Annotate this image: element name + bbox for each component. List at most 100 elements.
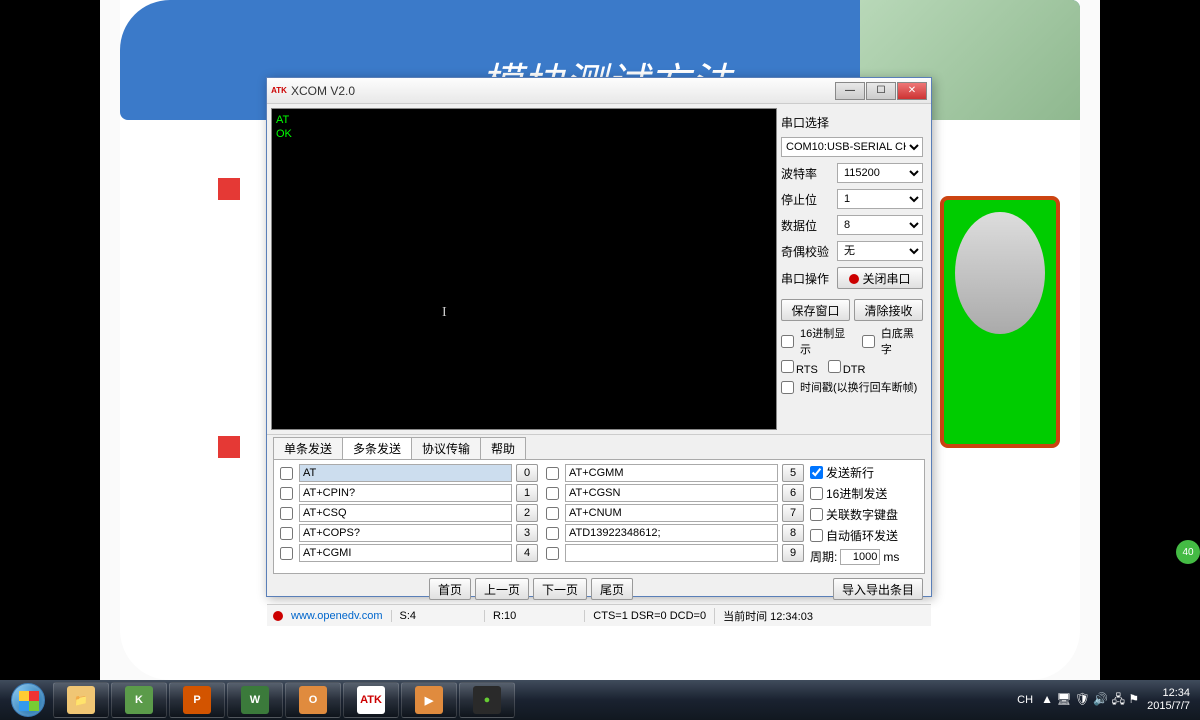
white-bg-checkbox[interactable] — [862, 335, 875, 348]
text-cursor-icon: I — [442, 305, 447, 321]
send-command-input[interactable] — [299, 464, 512, 482]
taskbar-item[interactable]: ● — [459, 682, 515, 718]
send-command-input[interactable] — [565, 464, 778, 482]
send-row-checkbox[interactable] — [546, 547, 559, 560]
red-bullet-2 — [218, 436, 240, 458]
tab-single-send[interactable]: 单条发送 — [273, 437, 343, 459]
timestamp-checkbox[interactable] — [781, 381, 794, 394]
app-icon: ATK — [271, 83, 287, 99]
send-command-input[interactable] — [565, 504, 778, 522]
parity-label: 奇偶校验 — [781, 243, 831, 260]
taskbar-app-icon: 📁 — [67, 686, 95, 714]
auto-loop-checkbox[interactable] — [810, 529, 823, 542]
tab-protocol[interactable]: 协议传输 — [411, 437, 481, 459]
left-blackbar — [0, 0, 100, 720]
hex-send-checkbox[interactable] — [810, 487, 823, 500]
import-export-button[interactable]: 导入导出条目 — [833, 578, 923, 600]
taskbar-item[interactable]: K — [111, 682, 167, 718]
send-number-button[interactable]: 7 — [782, 504, 804, 522]
taskbar-item[interactable]: 📁 — [53, 682, 109, 718]
send-command-input[interactable] — [299, 524, 512, 542]
stopbit-select[interactable]: 1 — [837, 189, 923, 209]
taskbar-app-icon: ▶ — [415, 686, 443, 714]
send-command-input[interactable] — [299, 504, 512, 522]
clock[interactable]: 12:34 2015/7/7 — [1147, 687, 1190, 713]
first-page-button[interactable]: 首页 — [429, 578, 471, 600]
send-row-checkbox[interactable] — [546, 487, 559, 500]
send-command-input[interactable] — [565, 524, 778, 542]
tray-icons[interactable]: ▲ 🖥 🛡 🔊 🖧 ⚑ — [1041, 690, 1139, 711]
taskbar-item[interactable]: ▶ — [401, 682, 457, 718]
tab-multi-send[interactable]: 多条发送 — [342, 437, 412, 459]
send-row-checkbox[interactable] — [280, 467, 293, 480]
status-time-label: 当前时间 12:34:03 — [714, 608, 813, 624]
parity-select[interactable]: 无 — [837, 241, 923, 261]
terminal-line: OK — [276, 127, 772, 141]
send-command-input[interactable] — [565, 544, 778, 562]
clear-receive-button[interactable]: 清除接收 — [854, 299, 923, 321]
save-window-button[interactable]: 保存窗口 — [781, 299, 850, 321]
send-number-button[interactable]: 9 — [782, 544, 804, 562]
taskbar-item[interactable]: O — [285, 682, 341, 718]
start-button[interactable] — [4, 682, 52, 718]
close-port-button[interactable]: 关闭串口 — [837, 267, 923, 289]
period-input[interactable] — [840, 549, 880, 565]
send-number-button[interactable]: 0 — [516, 464, 538, 482]
send-command-input[interactable] — [299, 544, 512, 562]
send-number-button[interactable]: 5 — [782, 464, 804, 482]
send-number-button[interactable]: 4 — [516, 544, 538, 562]
dtr-checkbox[interactable] — [828, 360, 841, 373]
send-number-button[interactable]: 2 — [516, 504, 538, 522]
send-row-checkbox[interactable] — [546, 527, 559, 540]
send-row-checkbox[interactable] — [280, 507, 293, 520]
taskbar-item[interactable]: W — [227, 682, 283, 718]
hex-display-checkbox[interactable] — [781, 335, 794, 348]
send-row: 0 — [278, 464, 538, 482]
send-number-button[interactable]: 8 — [782, 524, 804, 542]
maximize-button[interactable]: ☐ — [866, 82, 896, 100]
numpad-checkbox[interactable] — [810, 508, 823, 521]
tab-help[interactable]: 帮助 — [480, 437, 526, 459]
titlebar[interactable]: ATK XCOM V2.0 — ☐ ✕ — [267, 78, 931, 104]
send-command-input[interactable] — [565, 484, 778, 502]
port-select-label: 串口选择 — [781, 114, 923, 131]
status-url-link[interactable]: www.openedv.com — [291, 610, 383, 622]
minimize-button[interactable]: — — [835, 82, 865, 100]
system-tray: CH ▲ 🖥 🛡 🔊 🖧 ⚑ 12:34 2015/7/7 — [1017, 687, 1196, 713]
send-row-checkbox[interactable] — [280, 547, 293, 560]
send-row-checkbox[interactable] — [280, 487, 293, 500]
taskbar: 📁 KPWO ATK ▶ ● CH ▲ 🖥 🛡 🔊 🖧 ⚑ 12:34 2015/7/7 — [0, 680, 1200, 720]
send-row-checkbox[interactable] — [546, 467, 559, 480]
taskbar-app-icon: P — [183, 686, 211, 714]
last-page-button[interactable]: 尾页 — [591, 578, 633, 600]
send-row-checkbox[interactable] — [546, 507, 559, 520]
send-row-checkbox[interactable] — [280, 527, 293, 540]
prev-page-button[interactable]: 上一页 — [475, 578, 529, 600]
taskbar-app-icon: ● — [473, 686, 501, 714]
taskbar-app-icon: O — [299, 686, 327, 714]
rts-checkbox[interactable] — [781, 360, 794, 373]
send-number-button[interactable]: 6 — [782, 484, 804, 502]
close-button[interactable]: ✕ — [897, 82, 927, 100]
usb-cable-image — [940, 196, 1060, 448]
databit-label: 数据位 — [781, 217, 831, 234]
send-row: 3 — [278, 524, 538, 542]
send-number-button[interactable]: 3 — [516, 524, 538, 542]
port-select[interactable]: COM10:USB-SERIAL CH34 — [781, 137, 923, 157]
status-recv: R:10 — [484, 610, 516, 622]
send-row: 7 — [544, 504, 804, 522]
baud-select[interactable]: 115200 — [837, 163, 923, 183]
send-command-input[interactable] — [299, 484, 512, 502]
float-badge[interactable]: 40 — [1176, 540, 1200, 564]
taskbar-item[interactable]: ATK — [343, 682, 399, 718]
send-row: 9 — [544, 544, 804, 562]
stopbit-label: 停止位 — [781, 191, 831, 208]
language-indicator[interactable]: CH — [1017, 694, 1033, 706]
taskbar-item[interactable]: P — [169, 682, 225, 718]
next-page-button[interactable]: 下一页 — [533, 578, 587, 600]
right-blackbar — [1100, 0, 1200, 720]
send-newline-checkbox[interactable] — [810, 466, 823, 479]
terminal-output[interactable]: AT OK I — [271, 108, 777, 430]
send-number-button[interactable]: 1 — [516, 484, 538, 502]
databit-select[interactable]: 8 — [837, 215, 923, 235]
